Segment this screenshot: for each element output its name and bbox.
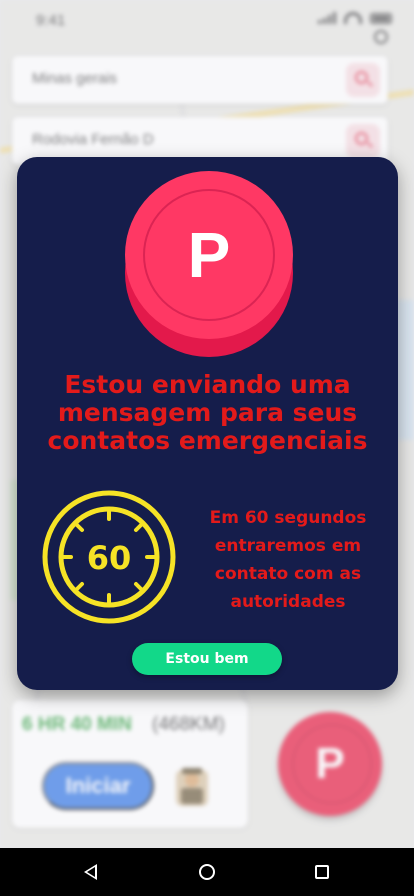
countdown-message: Em 60 segundos entraremos em contato com…	[209, 508, 367, 612]
panic-logo: P	[125, 171, 293, 357]
timer-value: 60	[87, 539, 132, 577]
modal-title: Estou enviando uma mensagem para seus co…	[47, 370, 368, 455]
im-ok-button[interactable]: Estou bem	[132, 643, 282, 675]
timer-icon: 60	[41, 489, 177, 625]
panic-logo-letter: P	[187, 219, 231, 291]
system-nav-bar	[0, 848, 414, 896]
emergency-modal: P Estou enviando uma mensagem para seus …	[17, 157, 398, 690]
recents-icon[interactable]	[315, 865, 329, 879]
home-icon[interactable]	[199, 864, 215, 880]
back-icon[interactable]	[84, 864, 97, 880]
